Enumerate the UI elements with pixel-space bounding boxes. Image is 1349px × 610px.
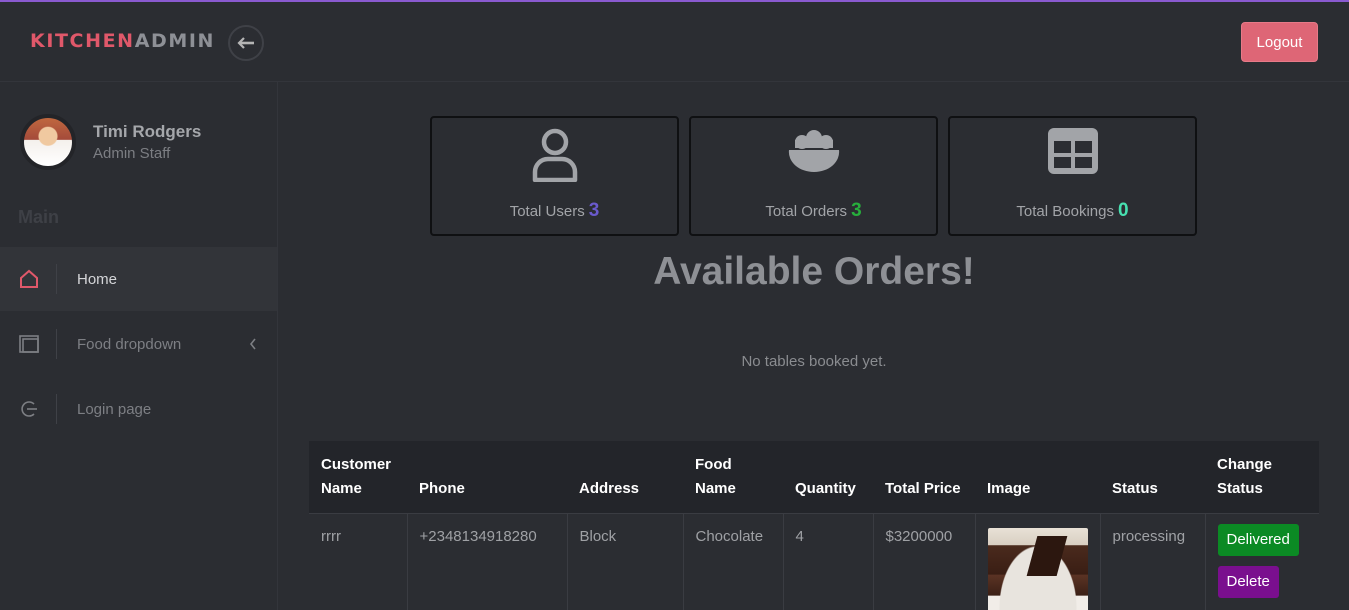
column-header: Customer Name [309, 441, 407, 514]
column-header: Status [1100, 441, 1205, 514]
cell-quantity: 4 [783, 513, 874, 610]
sidebar-section-title: Main [18, 207, 60, 227]
empty-bookings-message: No tables booked yet. [741, 353, 887, 370]
user-icon [432, 128, 677, 182]
stat-value: 3 [588, 200, 600, 221]
nav-separator [56, 394, 57, 424]
sidebar-item-login-page[interactable]: Login page [0, 377, 277, 441]
logout-button[interactable]: Logout [1241, 22, 1318, 62]
stat-card-orders: Total Orders 3 [689, 116, 938, 236]
sidebar-item-label: Login page [77, 400, 152, 418]
cell-price: $3200000 [873, 513, 976, 610]
bowl-icon [691, 128, 936, 174]
cell-food: Chocolate [683, 513, 784, 610]
sidebar-toggle-button[interactable] [228, 25, 264, 61]
stat-bookings-text: Total Bookings 0 [950, 200, 1195, 222]
column-header: Image [975, 441, 1100, 514]
cell-actions: Delivered Delete [1205, 514, 1319, 610]
column-header: Quantity [783, 441, 873, 514]
food-image [987, 528, 1088, 610]
stat-label: Total Orders [765, 203, 848, 220]
nav-separator [56, 264, 57, 294]
stat-orders-text: Total Orders 3 [691, 200, 936, 222]
sidebar-item-food-dropdown[interactable]: Food dropdown [0, 312, 277, 376]
orders-table: Customer Name Phone Address Food Name Qu… [309, 441, 1319, 610]
column-header: Food Name [683, 441, 783, 514]
column-header: Total Price [873, 441, 975, 514]
stat-value: 0 [1117, 200, 1129, 221]
stat-label: Total Bookings [1016, 203, 1114, 220]
delete-button[interactable]: Delete [1217, 566, 1279, 598]
cell-address: Block [567, 513, 684, 610]
user-role: Admin Staff [93, 145, 171, 162]
stat-card-users: Total Users 3 [430, 116, 679, 236]
table-grid-icon [950, 128, 1195, 174]
arrow-left-icon [237, 33, 255, 54]
table-row: rrrr +2348134918280 Block Chocolate 4 $3… [309, 513, 1319, 610]
nav-separator [56, 329, 57, 359]
main-content: Total Users 3 Total Orders 3 Total Booking… [279, 82, 1349, 610]
sidebar: Timi Rodgers Admin Staff Main Home Food … [0, 82, 278, 610]
stat-card-bookings: Total Bookings 0 [948, 116, 1197, 236]
sidebar-item-home[interactable]: Home [0, 247, 277, 311]
logout-circle-icon [0, 377, 56, 441]
column-header: Change Status [1205, 441, 1319, 514]
sidebar-item-label: Food dropdown [77, 335, 182, 353]
user-name: Timi Rodgers [93, 122, 202, 141]
cell-image [975, 513, 1101, 610]
stat-label: Total Users [509, 203, 585, 220]
stat-users-text: Total Users 3 [432, 200, 677, 222]
brand-part-kitchen: KITCHEN [30, 30, 135, 52]
cell-phone: +2348134918280 [407, 513, 568, 610]
stat-value: 3 [851, 200, 862, 221]
top-header: KITCHENADMIN Logout [0, 2, 1349, 82]
window-icon [0, 312, 56, 376]
brand-part-admin: ADMIN [134, 30, 216, 52]
avatar [20, 114, 76, 170]
page-title: Available Orders! [653, 250, 975, 293]
chevron-left-icon [249, 335, 257, 354]
column-header: Address [567, 441, 683, 514]
delivered-button[interactable]: Delivered [1217, 524, 1299, 556]
cell-customer: rrrr [309, 513, 408, 610]
brand-logo[interactable]: KITCHENADMIN [30, 30, 215, 52]
column-header: Phone [407, 441, 567, 514]
cell-status: processing [1100, 513, 1206, 610]
table-header-row: Customer Name Phone Address Food Name Qu… [309, 441, 1319, 514]
home-icon [0, 247, 56, 311]
sidebar-item-label: Home [77, 270, 118, 288]
